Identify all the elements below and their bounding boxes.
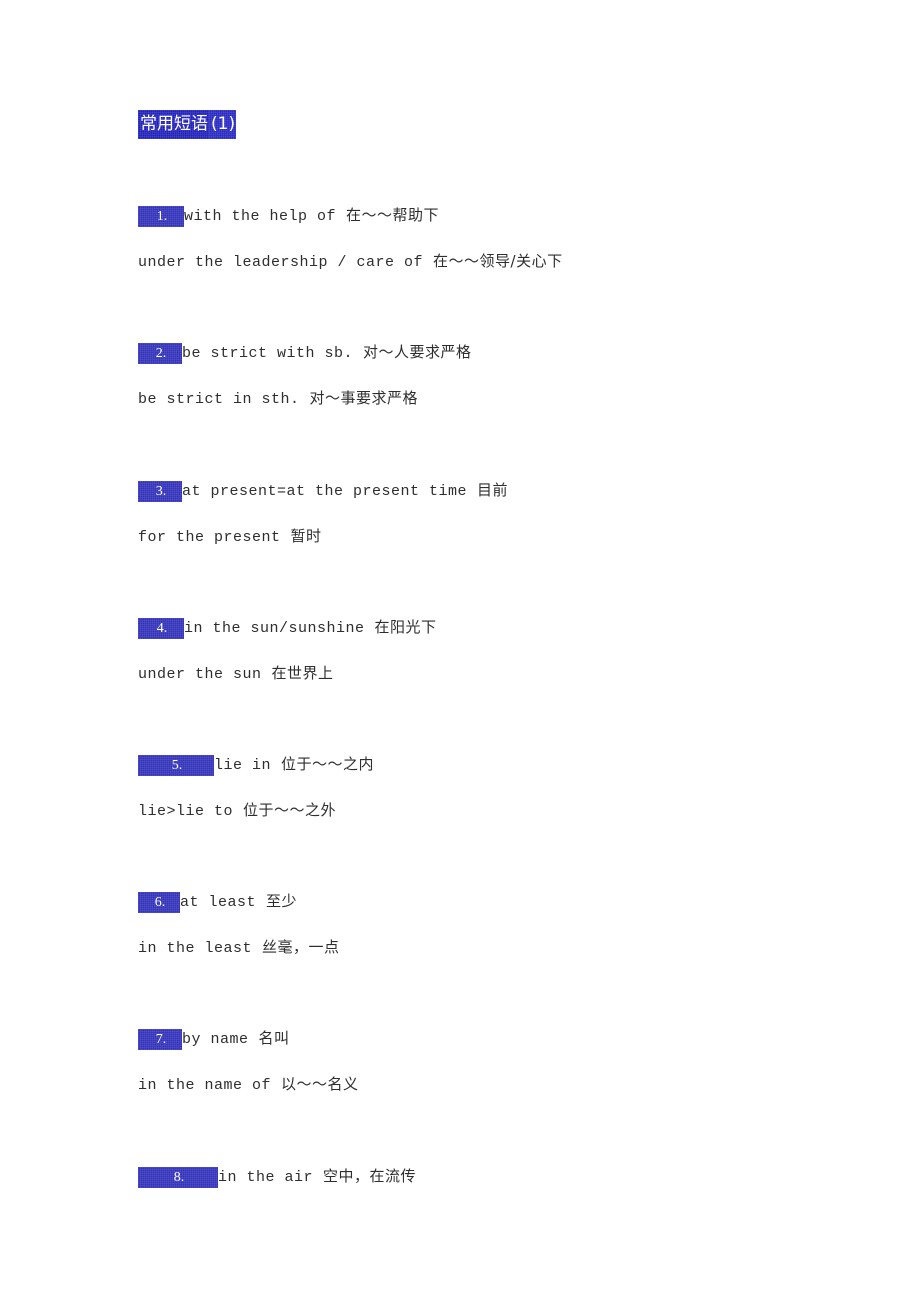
phrase-number-badge: 8. [138, 1167, 218, 1188]
phrase-line-secondary: lie>lie to 位于～～之外 [138, 800, 336, 822]
phrase-chinese-primary: 空中，在流传 [323, 1167, 417, 1185]
phrase-number-label: 7. [155, 1032, 167, 1047]
phrase-line-primary: 7. by name 名叫 [138, 1028, 290, 1050]
phrase-english-primary: in the sun/sunshine [184, 620, 365, 637]
phrase-number-label: 5. [171, 758, 183, 773]
phrase-number-label: 2. [155, 346, 167, 361]
phrase-english-secondary: in the least [138, 940, 253, 957]
phrase-chinese-primary: 在阳光下 [374, 618, 437, 636]
phrase-english-primary: lie in [214, 757, 272, 774]
phrase-line-secondary: in the name of 以～～名义 [138, 1074, 359, 1096]
document-page: 常用短语 (1) 1. with the help of 在～～帮助下 under th… [0, 0, 920, 1302]
page-title-text-part2: (1) [209, 110, 237, 139]
phrase-number-badge: 5. [138, 755, 214, 776]
phrase-line-primary: 4. in the sun/sunshine 在阳光下 [138, 617, 437, 639]
phrase-chinese-secondary: 对～事要求严格 [309, 389, 419, 407]
phrase-english-primary: at least [180, 894, 257, 911]
page-title-text-part1: 常用短语 [138, 110, 209, 139]
phrase-line-primary: 5. lie in 位于～～之内 [138, 754, 374, 776]
phrase-english-primary: by name [182, 1031, 249, 1048]
phrase-number-badge: 1. [138, 206, 184, 227]
phrase-chinese-primary: 在～～帮助下 [346, 206, 440, 224]
page-title: 常用短语 (1) [138, 110, 237, 139]
phrase-number-badge: 3. [138, 481, 182, 502]
phrase-number-label: 1. [156, 209, 168, 224]
phrase-chinese-secondary: 在～～领导/关心下 [433, 252, 563, 270]
phrase-number-label: 3. [155, 484, 167, 499]
phrase-number-badge: 4. [138, 618, 184, 639]
phrase-english-secondary: in the name of [138, 1077, 272, 1094]
phrase-english-secondary: for the present [138, 529, 281, 546]
phrase-line-primary: 1. with the help of 在～～帮助下 [138, 205, 439, 227]
phrase-english-secondary: lie>lie to [138, 803, 234, 820]
phrase-line-secondary: under the sun 在世界上 [138, 663, 334, 685]
phrase-chinese-primary: 对～人要求严格 [363, 343, 472, 361]
phrase-chinese-primary: 目前 [477, 481, 509, 499]
phrase-number-label: 4. [156, 621, 168, 636]
phrase-line-primary: 3. at present=at the present time 目前 [138, 480, 508, 502]
phrase-number-label: 6. [154, 895, 166, 910]
phrase-line-secondary: under the leadership / care of 在～～领导/关心下 [138, 251, 563, 273]
phrase-english-secondary: be strict in sth. [138, 391, 300, 408]
phrase-chinese-secondary: 位于～～之外 [243, 801, 337, 819]
phrase-line-primary: 8. in the air 空中，在流传 [138, 1166, 416, 1188]
phrase-line-primary: 6. at least 至少 [138, 891, 297, 913]
phrase-number-badge: 6. [138, 892, 180, 913]
phrase-line-secondary: for the present 暂时 [138, 526, 322, 548]
phrase-english-primary: with the help of [184, 208, 337, 225]
phrase-number-label: 8. [173, 1170, 185, 1185]
phrase-number-badge: 7. [138, 1029, 182, 1050]
phrase-english-secondary: under the sun [138, 666, 262, 683]
phrase-chinese-primary: 名叫 [258, 1029, 290, 1047]
phrase-chinese-secondary: 以～～名义 [281, 1075, 359, 1093]
phrase-english-secondary: under the leadership / care of [138, 254, 424, 271]
phrase-chinese-primary: 至少 [266, 892, 298, 910]
phrase-line-secondary: in the least 丝毫，一点 [138, 937, 340, 959]
phrase-number-badge: 2. [138, 343, 182, 364]
phrase-chinese-primary: 位于～～之内 [281, 755, 375, 773]
phrase-line-secondary: be strict in sth. 对～事要求严格 [138, 388, 418, 410]
phrase-chinese-secondary: 丝毫，一点 [262, 938, 340, 956]
phrase-chinese-secondary: 暂时 [290, 527, 322, 545]
phrase-chinese-secondary: 在世界上 [271, 664, 334, 682]
phrase-english-primary: be strict with sb. [182, 345, 354, 362]
phrase-line-primary: 2. be strict with sb. 对～人要求严格 [138, 342, 472, 364]
phrase-english-primary: at present=at the present time [182, 483, 468, 500]
phrase-english-primary: in the air [218, 1169, 314, 1186]
